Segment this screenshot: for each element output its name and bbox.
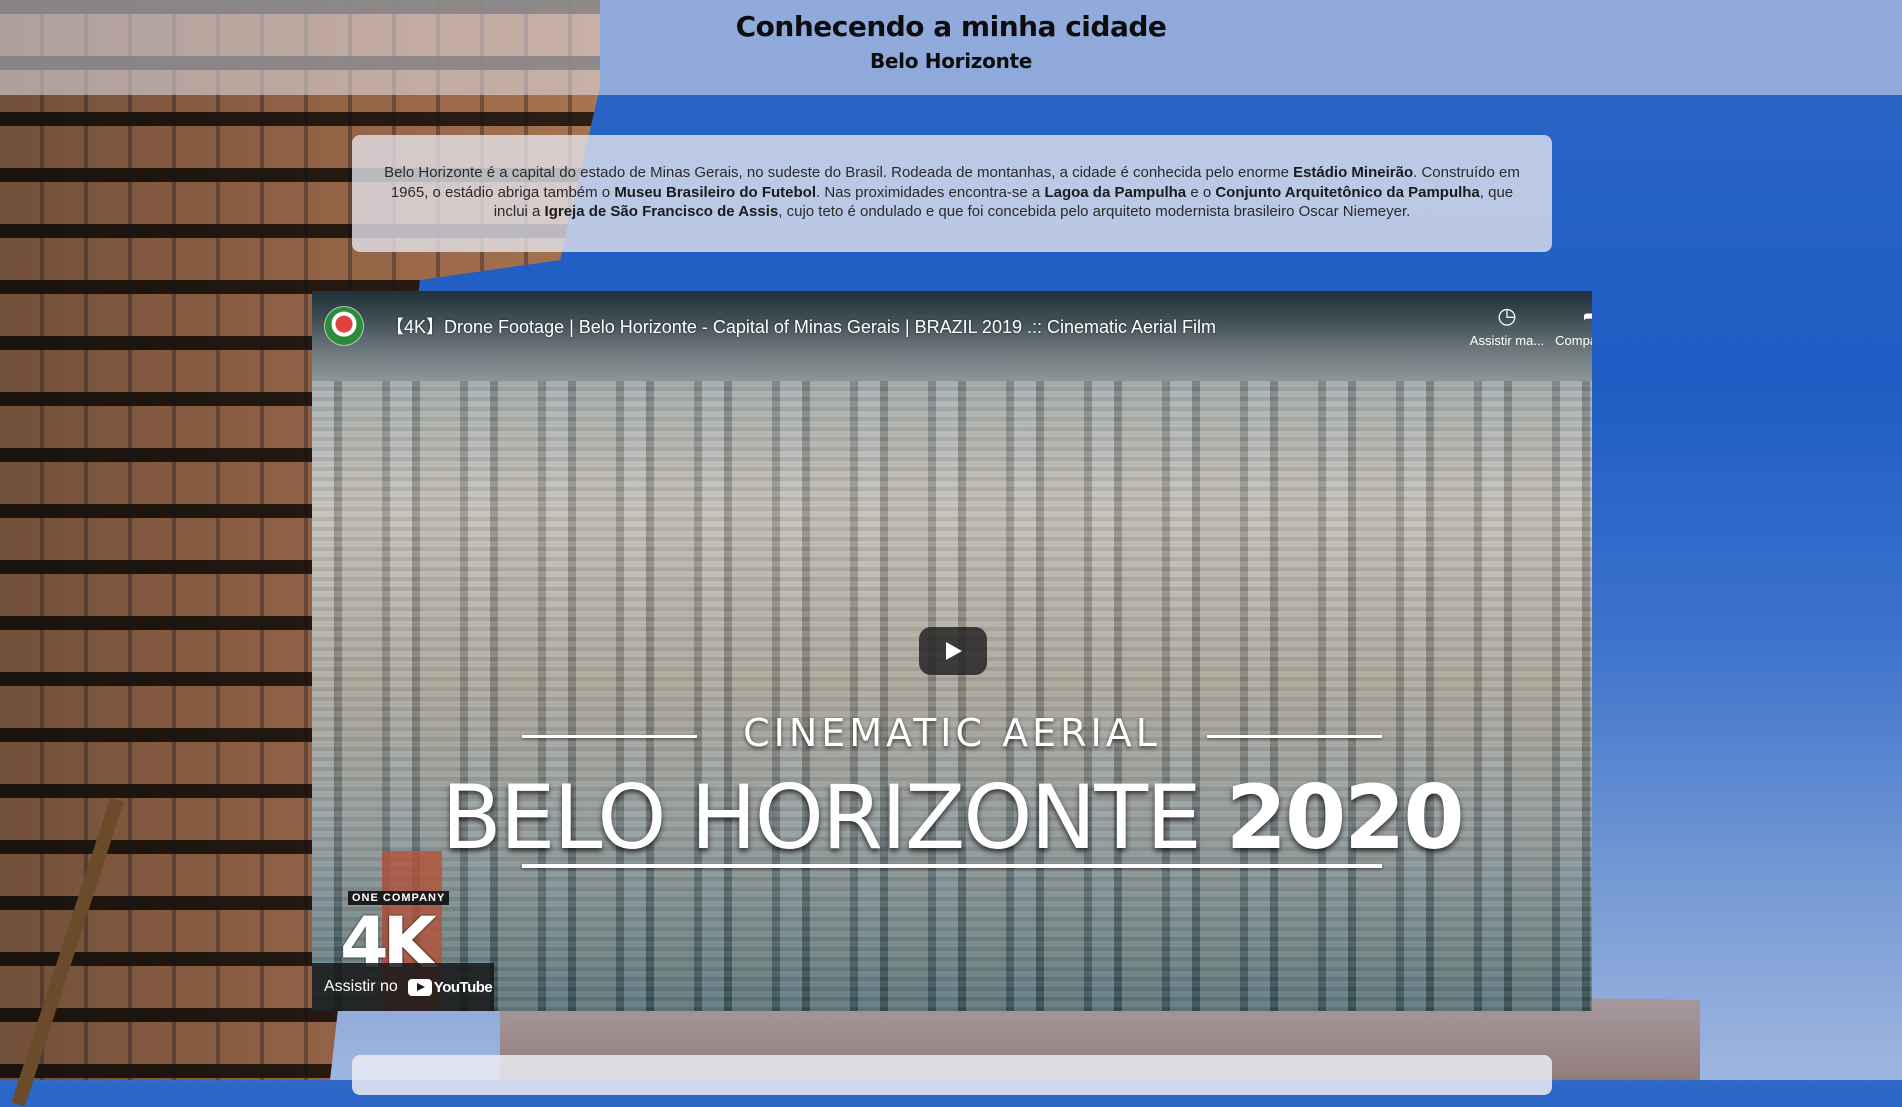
description-text: e o bbox=[1186, 183, 1216, 201]
clock-icon: ◷ bbox=[1497, 303, 1517, 328]
description-text: . Nas proximidades encontra-se a bbox=[816, 183, 1045, 201]
overlay-city-name: Belo Horizonte bbox=[441, 766, 1201, 869]
watch-on-youtube-button[interactable]: Assistir no YouTube bbox=[312, 963, 494, 1011]
highlight-museu: Museu Brasileiro do Futebol bbox=[614, 183, 816, 201]
highlight-mineirao: Estádio Mineirão bbox=[1293, 164, 1414, 181]
overlay-year: 2020 bbox=[1225, 766, 1465, 869]
next-section-card bbox=[352, 1055, 1552, 1095]
youtube-wordmark: YouTube bbox=[433, 978, 493, 996]
overlay-rule-bottom bbox=[522, 864, 1382, 868]
video-top-bar: 【4K】Drone Footage | Belo Horizonte - Cap… bbox=[312, 291, 1592, 361]
video-title[interactable]: 【4K】Drone Footage | Belo Horizonte - Cap… bbox=[386, 313, 1216, 339]
overlay-headline: Belo Horizonte 2020 bbox=[312, 766, 1592, 869]
youtube-logo: YouTube bbox=[407, 978, 493, 996]
page-subtitle: Belo Horizonte bbox=[869, 49, 1033, 73]
watch-later-button[interactable]: ◷ Assistir ma... bbox=[1462, 303, 1552, 348]
share-label: Compartilh... bbox=[1555, 333, 1592, 348]
overlay-cinematic-aerial: Cinematic Aerial bbox=[743, 711, 1161, 755]
channel-avatar[interactable] bbox=[324, 306, 364, 346]
watch-later-label: Assistir ma... bbox=[1469, 333, 1545, 348]
video-thumbnail bbox=[312, 381, 1592, 1011]
description-text: , cujo teto é ondulado e que foi concebi… bbox=[778, 203, 1411, 220]
highlight-lagoa: Lagoa da Pampulha bbox=[1044, 183, 1187, 201]
share-icon: ➦ bbox=[1547, 303, 1592, 329]
share-button[interactable]: ➦ Compartilh... bbox=[1547, 303, 1592, 348]
description-card: Belo Horizonte é a capital do estado de … bbox=[352, 135, 1552, 252]
youtube-play-icon bbox=[407, 978, 432, 996]
page-title: Conhecendo a minha cidade bbox=[735, 10, 1167, 43]
highlight-conjunto: Conjunto Arquitetônico da Pampulha bbox=[1215, 183, 1480, 201]
watch-on-label: Assistir no bbox=[324, 978, 398, 995]
youtube-embed[interactable]: 【4K】Drone Footage | Belo Horizonte - Cap… bbox=[312, 291, 1592, 1011]
play-button[interactable] bbox=[919, 627, 987, 675]
page-header: Conhecendo a minha cidade Belo Horizonte bbox=[0, 0, 1902, 95]
highlight-igreja: Igreja de São Francisco de Assis bbox=[544, 203, 779, 220]
description-text: Belo Horizonte é a capital do estado de … bbox=[384, 164, 1294, 181]
